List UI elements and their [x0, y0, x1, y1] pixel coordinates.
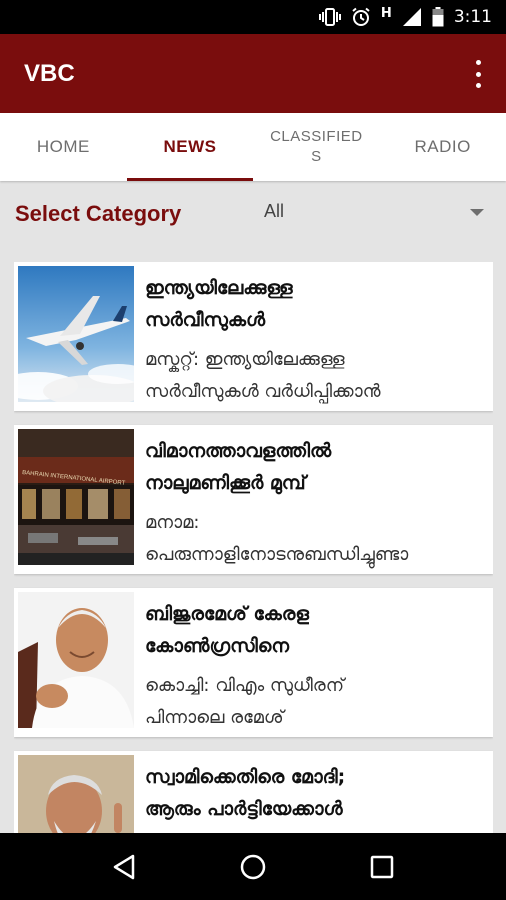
news-title: ബിജുരമേശ് കേരള കോൺഗ്രസിനെ: [145, 603, 309, 657]
news-summary: മനാമ: പെരുന്നാളിനോടനുബന്ധിച്ചുണ്ടാ: [145, 512, 409, 565]
news-card[interactable]: ബിജുരമേശ് കേരള കോൺഗ്രസിനെ കൊച്ചി: വിഎം സു…: [14, 588, 493, 737]
app-bar: VBC: [0, 34, 506, 113]
news-card[interactable]: ഇന്ത്യയിലേക്കുള്ള സർവീസുകൾ മസ്കറ്റ്: ഇന്ത…: [14, 262, 493, 411]
news-title: ഇന്ത്യയിലേക്കുള്ള സർവീസുകൾ: [145, 277, 293, 331]
modi-portrait-photo: [18, 755, 134, 833]
news-list: ഇന്ത്യയിലേക്കുള്ള സർവീസുകൾ മസ്കറ്റ്: ഇന്ത…: [14, 262, 493, 833]
tab-news[interactable]: NEWS: [126, 113, 254, 181]
home-icon[interactable]: [233, 847, 273, 887]
battery-icon: [432, 7, 444, 27]
alarm-icon: [351, 7, 371, 27]
category-label: Select Category: [15, 201, 182, 226]
category-select[interactable]: All: [264, 199, 492, 229]
politician-portrait-photo: [18, 592, 134, 728]
navigation-bar: [0, 833, 506, 900]
category-filter: Select Category All: [0, 181, 506, 249]
back-icon[interactable]: [104, 847, 144, 887]
tab-classifieds-label: CLASSIFIEDS: [270, 128, 363, 165]
airport-terminal-photo: BAHRAIN INTERNATIONAL AIRPORT: [18, 429, 134, 565]
tab-bar: HOME NEWS CLASSIFIEDS RADIO: [0, 113, 506, 181]
airplane-photo: [18, 266, 134, 402]
news-card[interactable]: സ്വാമിക്കെതിരെ മോദി; ആരും പാർട്ടിയേക്കാൾ: [14, 751, 493, 833]
app-title: VBC: [24, 59, 75, 87]
news-card[interactable]: BAHRAIN INTERNATIONAL AIRPORT വിമാനത്താവ…: [14, 425, 493, 574]
tab-radio[interactable]: RADIO: [379, 113, 506, 181]
vibrate-icon: [318, 8, 341, 26]
dropdown-arrow-icon: [470, 209, 484, 216]
status-bar: H 3:11: [0, 0, 506, 34]
more-vert-icon[interactable]: [472, 60, 484, 88]
network-type: H: [380, 5, 392, 21]
news-summary: കൊച്ചി: വിഎം സുധീരന് പിന്നാലെ രമേശ്: [145, 675, 345, 728]
clock: 3:11: [453, 7, 492, 27]
news-title: വിമാനത്താവളത്തിൽ നാലുമണിക്കൂർ മുമ്പ്: [145, 440, 332, 494]
category-select-value: All: [264, 201, 285, 221]
tab-classifieds[interactable]: CLASSIFIEDS: [253, 113, 379, 181]
signal-icon: [402, 7, 422, 27]
news-title: സ്വാമിക്കെതിരെ മോദി; ആരും പാർട്ടിയേക്കാൾ: [145, 766, 346, 820]
news-summary: മസ്കറ്റ്: ഇന്ത്യയിലേക്കുള്ള സർവീസുകൾ വർധി…: [145, 349, 381, 402]
recents-icon[interactable]: [362, 847, 402, 887]
tab-home[interactable]: HOME: [0, 113, 127, 181]
